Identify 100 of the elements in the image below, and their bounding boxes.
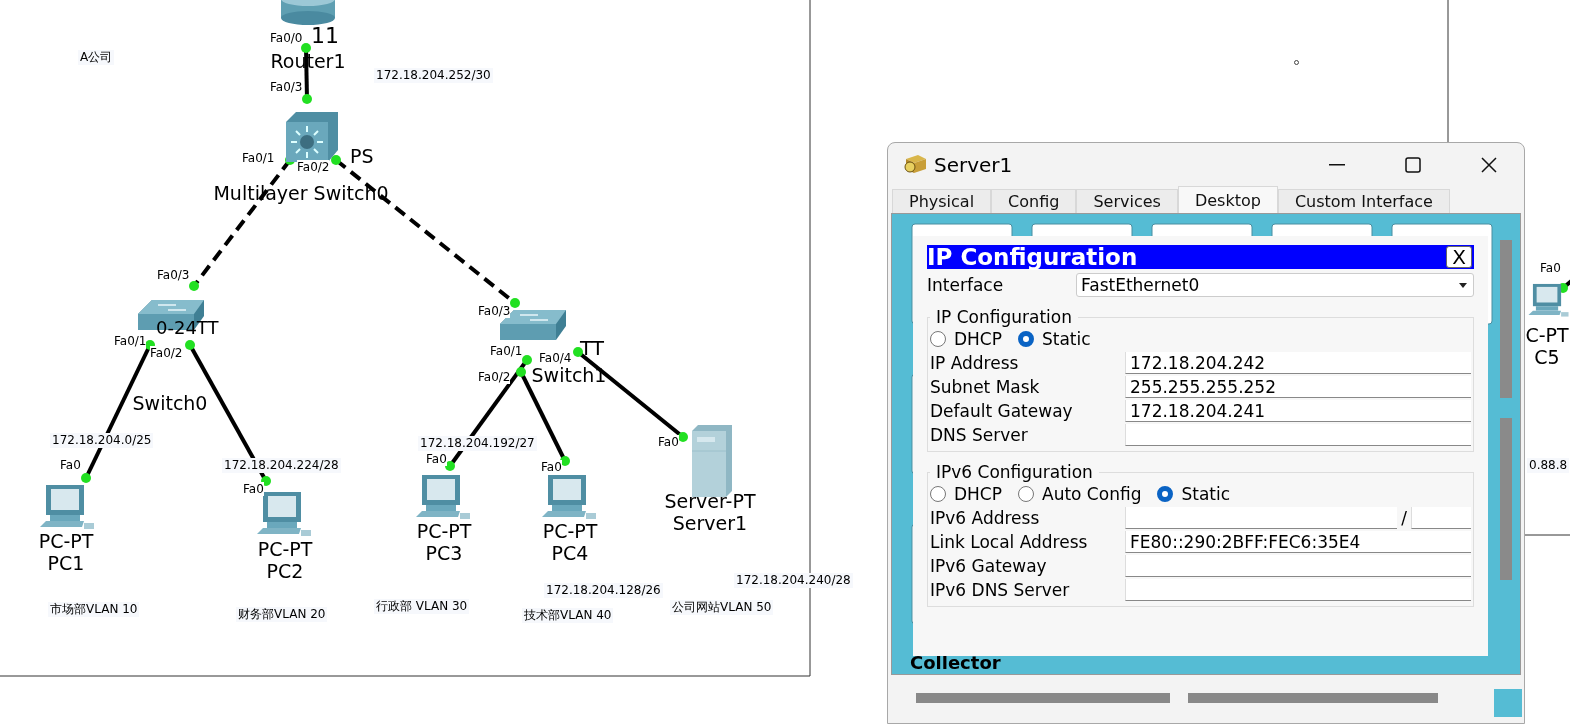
port-label: Fa0 bbox=[426, 452, 447, 466]
group-title: IPv6 Configuration bbox=[935, 462, 1094, 482]
device-model-label: Server-PT bbox=[664, 490, 756, 512]
device-name-label: PC3 bbox=[425, 542, 463, 564]
radio-button[interactable] bbox=[1018, 486, 1034, 502]
separator-label: / bbox=[1401, 508, 1407, 528]
port-label: Fa0 bbox=[1540, 261, 1561, 275]
field-label: Interface bbox=[927, 275, 1005, 295]
scrollbar-thumb[interactable] bbox=[916, 693, 1170, 703]
dot-mark bbox=[1294, 60, 1299, 65]
radio-label[interactable]: Static bbox=[1181, 484, 1231, 504]
tab[interactable]: Config bbox=[991, 189, 1077, 213]
radio-button[interactable] bbox=[1018, 331, 1034, 347]
scrollbar-thumb[interactable] bbox=[1188, 693, 1438, 703]
canvas-note: 172.18.204.240/28 bbox=[734, 573, 853, 588]
device-name-label: Switch1 bbox=[531, 364, 607, 386]
canvas-note: 技术部VLAN 40 bbox=[522, 608, 614, 623]
device-name-label: Server1 bbox=[672, 512, 748, 534]
radio-button[interactable] bbox=[930, 331, 946, 347]
input-field[interactable]: 172.18.204.242 bbox=[1125, 352, 1471, 374]
canvas-note: A公司 bbox=[78, 50, 115, 65]
port-label: Fa0/1 bbox=[114, 334, 147, 348]
field-label: IPv6 Address bbox=[930, 508, 1041, 528]
dialog-title: IP Configuration bbox=[927, 245, 1138, 269]
canvas-note: 行政部 VLAN 30 bbox=[374, 599, 470, 614]
field-label: IPv6 Gateway bbox=[930, 556, 1048, 576]
radio-label[interactable]: DHCP bbox=[954, 484, 1002, 504]
maximize-icon bbox=[1405, 157, 1421, 173]
canvas-note: 市场部VLAN 10 bbox=[48, 602, 140, 617]
device-model-label: PS bbox=[350, 145, 374, 167]
radio-label[interactable]: Static bbox=[1042, 329, 1091, 349]
tab[interactable]: Services bbox=[1076, 189, 1178, 213]
interface-dropdown[interactable]: FastEthernet0 bbox=[1076, 273, 1474, 297]
canvas-note: 172.18.204.252/30 bbox=[374, 68, 493, 83]
canvas-note: 0.88.8 bbox=[1527, 458, 1570, 473]
input-field[interactable] bbox=[1125, 424, 1471, 446]
device-model-label: PC-PT bbox=[257, 538, 313, 560]
port-label: Fa0/3 bbox=[270, 80, 303, 94]
minimize-icon bbox=[1329, 164, 1345, 166]
device-model-label: PC-PT bbox=[38, 530, 94, 552]
tab[interactable]: Custom Interface bbox=[1277, 189, 1450, 213]
router-icon[interactable] bbox=[280, 0, 336, 26]
scrollbar-corner bbox=[1494, 689, 1522, 717]
field-label: Link Local Address bbox=[930, 532, 1089, 552]
field-label: DNS Server bbox=[930, 425, 1029, 445]
input-field[interactable]: FE80::290:2BFF:FEC6:35E4 bbox=[1125, 531, 1471, 553]
close-button[interactable]: X bbox=[1446, 246, 1472, 268]
canvas-note: 172.18.204.0/25 bbox=[50, 433, 154, 448]
input-field[interactable] bbox=[1411, 507, 1471, 529]
tab[interactable]: Physical bbox=[892, 189, 992, 213]
port-label: Fa0 bbox=[541, 460, 562, 474]
window-title: Server1 bbox=[934, 153, 1014, 177]
field-label: Subnet Mask bbox=[930, 377, 1041, 397]
port-label: Fa0/4 bbox=[539, 351, 572, 365]
device-name-label: PC2 bbox=[266, 560, 304, 582]
port-label: Fa0/2 bbox=[150, 346, 183, 360]
port-label: Fa0/3 bbox=[157, 268, 190, 282]
device-name-label: PC4 bbox=[551, 542, 589, 564]
radio-button[interactable] bbox=[930, 486, 946, 502]
port-label: Fa0 bbox=[658, 435, 679, 449]
port-label: Fa0 bbox=[243, 482, 264, 496]
port-label: Fa0/3 bbox=[478, 304, 511, 318]
device-name-label: PC1 bbox=[47, 552, 85, 574]
tab[interactable]: Desktop bbox=[1177, 186, 1278, 213]
port-label: Fa0/2 bbox=[297, 160, 330, 174]
input-field[interactable]: 255.255.255.252 bbox=[1125, 376, 1471, 398]
port-label: Fa0/0 bbox=[270, 31, 303, 45]
radio-label[interactable]: DHCP bbox=[954, 329, 1002, 349]
device-name-label: C5 bbox=[1534, 346, 1560, 368]
canvas-note: 172.18.204.128/26 bbox=[544, 583, 663, 598]
group-title: IP Configuration bbox=[935, 307, 1073, 327]
canvas-note: 财务部VLAN 20 bbox=[236, 607, 328, 622]
device-name-label: Switch0 bbox=[132, 392, 208, 414]
port-label: Fa0/1 bbox=[242, 151, 275, 165]
app-caption: Collector bbox=[910, 652, 1001, 673]
canvas-note: 公司网站VLAN 50 bbox=[670, 600, 774, 615]
radio-button[interactable] bbox=[1157, 486, 1174, 502]
radio-label[interactable]: Auto Config bbox=[1042, 484, 1142, 504]
field-label: Default Gateway bbox=[930, 401, 1074, 421]
port-label: Fa0 bbox=[60, 458, 81, 472]
device-model-label: C-PT bbox=[1525, 324, 1569, 346]
input-field[interactable] bbox=[1125, 507, 1398, 529]
port-label: Fa0/2 bbox=[478, 370, 511, 384]
input-field[interactable] bbox=[1125, 579, 1471, 601]
device-model-label: PC-PT bbox=[416, 520, 472, 542]
close-icon bbox=[1480, 156, 1498, 174]
multilayer-switch-icon[interactable] bbox=[284, 110, 338, 162]
input-field[interactable]: 172.18.204.241 bbox=[1125, 400, 1471, 422]
input-field[interactable] bbox=[1125, 555, 1471, 577]
field-label: IP Address bbox=[930, 353, 1020, 373]
device-model-label: PC-PT bbox=[542, 520, 598, 542]
canvas-note: 172.18.204.224/28 bbox=[222, 458, 341, 473]
device-model-label: 11 bbox=[311, 25, 339, 47]
canvas-note: 172.18.204.192/27 bbox=[418, 436, 537, 451]
field-label: IPv6 DNS Server bbox=[930, 580, 1071, 600]
port-label: Fa0/1 bbox=[490, 344, 523, 358]
scrollbar-thumb[interactable] bbox=[1500, 240, 1512, 398]
device-model-label: TT bbox=[580, 337, 605, 359]
caret-icon bbox=[1459, 282, 1467, 288]
scrollbar-thumb[interactable] bbox=[1500, 418, 1512, 580]
